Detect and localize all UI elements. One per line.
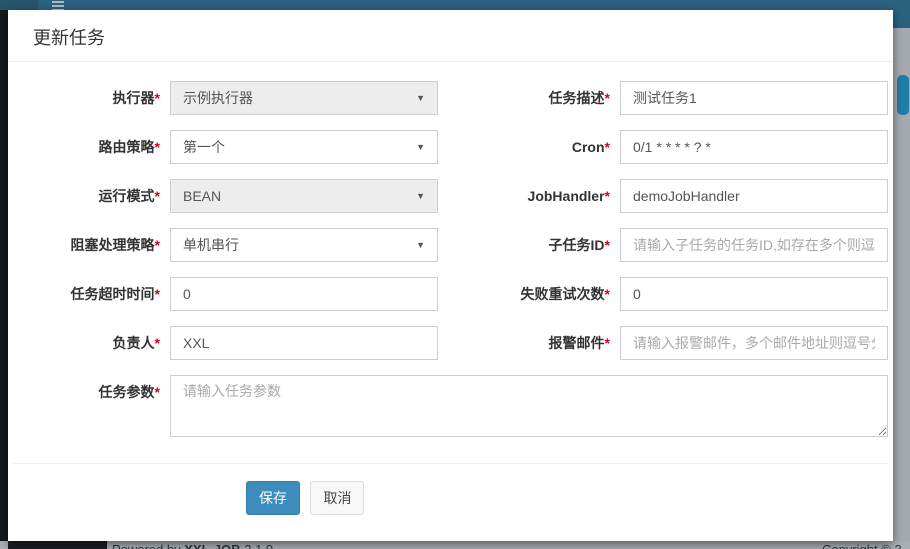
sidebar-footer-block bbox=[8, 541, 107, 549]
sidebar-edge bbox=[0, 10, 8, 549]
job-param-label: 任务参数* bbox=[8, 375, 170, 437]
run-mode-select[interactable]: BEAN ▼ bbox=[170, 179, 438, 213]
save-button[interactable]: 保存 bbox=[246, 481, 300, 515]
required-asterisk: * bbox=[155, 188, 160, 204]
brand-name: XXL-JOB bbox=[184, 542, 240, 549]
copyright-text: Copyright © 2 bbox=[822, 542, 902, 549]
powered-prefix: Powered by bbox=[112, 542, 184, 549]
powered-by-text: Powered by XXL-JOB 2.1.0 bbox=[112, 542, 273, 549]
page-footer: Powered by XXL-JOB 2.1.0 Copyright © 2 bbox=[0, 541, 910, 549]
fail-retry-label: 失败重试次数* bbox=[438, 277, 620, 311]
alarm-email-input[interactable] bbox=[620, 326, 888, 360]
author-input[interactable] bbox=[170, 326, 438, 360]
child-job-id-label: 子任务ID* bbox=[438, 228, 620, 262]
route-strategy-select[interactable]: 第一个 ▼ bbox=[170, 130, 438, 164]
update-job-modal: 更新任务 执行器* 示例执行器 ▼ 任务描述* 路由策略* 第一个 ▼ bbox=[8, 10, 893, 541]
modal-title: 更新任务 bbox=[33, 26, 868, 50]
required-asterisk: * bbox=[605, 335, 610, 351]
job-desc-label: 任务描述* bbox=[438, 81, 620, 115]
scrollbar-track[interactable] bbox=[893, 28, 910, 549]
required-asterisk: * bbox=[155, 384, 160, 400]
required-asterisk: * bbox=[155, 237, 160, 253]
job-param-textarea[interactable] bbox=[170, 375, 888, 437]
chevron-down-icon: ▼ bbox=[416, 142, 425, 152]
block-strategy-select[interactable]: 单机串行 ▼ bbox=[170, 228, 438, 262]
route-strategy-label: 路由策略* bbox=[8, 130, 170, 164]
required-asterisk: * bbox=[155, 139, 160, 155]
run-mode-label: 运行模式* bbox=[8, 179, 170, 213]
modal-header: 更新任务 bbox=[8, 10, 893, 62]
form-divider bbox=[13, 463, 888, 464]
required-asterisk: * bbox=[605, 139, 610, 155]
required-asterisk: * bbox=[605, 237, 610, 253]
executor-label: 执行器* bbox=[8, 81, 170, 115]
executor-selected-value: 示例执行器 bbox=[183, 88, 253, 108]
job-handler-label: JobHandler* bbox=[438, 179, 620, 213]
alarm-email-label: 报警邮件* bbox=[438, 326, 620, 360]
required-asterisk: * bbox=[605, 90, 610, 106]
run-mode-selected-value: BEAN bbox=[183, 188, 221, 204]
timeout-label: 任务超时时间* bbox=[8, 277, 170, 311]
required-asterisk: * bbox=[605, 286, 610, 302]
cancel-button[interactable]: 取消 bbox=[310, 481, 364, 515]
job-handler-input[interactable] bbox=[620, 179, 888, 213]
chevron-down-icon: ▼ bbox=[416, 240, 425, 250]
cron-label: Cron* bbox=[438, 130, 620, 164]
version-text: 2.1.0 bbox=[244, 542, 273, 549]
job-desc-input[interactable] bbox=[620, 81, 888, 115]
fail-retry-input[interactable] bbox=[620, 277, 888, 311]
scrollbar-thumb[interactable] bbox=[897, 75, 909, 115]
child-job-id-input[interactable] bbox=[620, 228, 888, 262]
cron-input[interactable] bbox=[620, 130, 888, 164]
chevron-down-icon: ▼ bbox=[416, 191, 425, 201]
timeout-input[interactable] bbox=[170, 277, 438, 311]
executor-select[interactable]: 示例执行器 ▼ bbox=[170, 81, 438, 115]
required-asterisk: * bbox=[155, 286, 160, 302]
block-strategy-label: 阻塞处理策略* bbox=[8, 228, 170, 262]
required-asterisk: * bbox=[605, 188, 610, 204]
required-asterisk: * bbox=[155, 335, 160, 351]
route-strategy-selected-value: 第一个 bbox=[183, 137, 225, 157]
chevron-down-icon: ▼ bbox=[416, 93, 425, 103]
block-strategy-selected-value: 单机串行 bbox=[183, 235, 239, 255]
update-job-form: 执行器* 示例执行器 ▼ 任务描述* 路由策略* 第一个 ▼ Cron* bbox=[8, 62, 893, 515]
author-label: 负责人* bbox=[8, 326, 170, 360]
required-asterisk: * bbox=[155, 90, 160, 106]
